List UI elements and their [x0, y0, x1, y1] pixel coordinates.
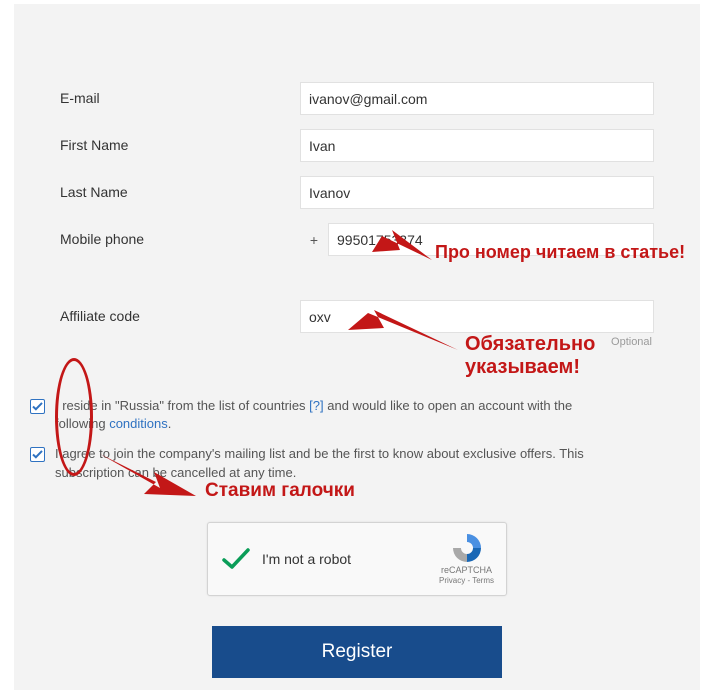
registration-panel: E-mail First Name Last Name Mobile phone… — [14, 4, 700, 690]
mobile-label: Mobile phone — [60, 231, 300, 248]
recaptcha-brand: reCAPTCHA — [439, 565, 494, 575]
recaptcha-widget[interactable]: I'm not a robot reCAPTCHA Privacy - Term… — [207, 522, 507, 596]
row-affiliate: Affiliate code Optional — [60, 300, 654, 333]
row-firstname: First Name — [60, 129, 654, 162]
optional-hint: Optional — [611, 336, 652, 348]
mobile-plus: + — [300, 232, 328, 248]
affiliate-input[interactable] — [300, 300, 654, 333]
affiliate-label: Affiliate code — [60, 308, 300, 325]
firstname-input[interactable] — [300, 129, 654, 162]
checkbox-mailing[interactable] — [30, 447, 45, 462]
recaptcha-text: I'm not a robot — [262, 551, 351, 567]
firstname-label: First Name — [60, 137, 300, 154]
conditions-link[interactable]: conditions — [109, 416, 168, 431]
row-mobile: Mobile phone + — [60, 223, 654, 256]
check-text-mailing: I agree to join the company's mailing li… — [55, 445, 615, 481]
check-row-residence: I reside in "Russia" from the list of co… — [30, 397, 654, 433]
mobile-input[interactable] — [328, 223, 654, 256]
recaptcha-links: Privacy - Terms — [439, 576, 494, 585]
check-text-residence: I reside in "Russia" from the list of co… — [55, 397, 615, 433]
register-button[interactable]: Register — [212, 626, 502, 678]
row-email: E-mail — [60, 82, 654, 115]
check-row-mailing: I agree to join the company's mailing li… — [30, 445, 654, 481]
lastname-input[interactable] — [300, 176, 654, 209]
recaptcha-logo-icon — [451, 532, 483, 564]
recaptcha-check-icon — [220, 543, 252, 575]
checkbox-residence[interactable] — [30, 399, 45, 414]
lastname-label: Last Name — [60, 184, 300, 201]
checks-block: I reside in "Russia" from the list of co… — [30, 397, 654, 482]
email-input[interactable] — [300, 82, 654, 115]
email-label: E-mail — [60, 90, 300, 107]
countries-help-link[interactable]: [?] — [309, 398, 323, 413]
row-lastname: Last Name — [60, 176, 654, 209]
